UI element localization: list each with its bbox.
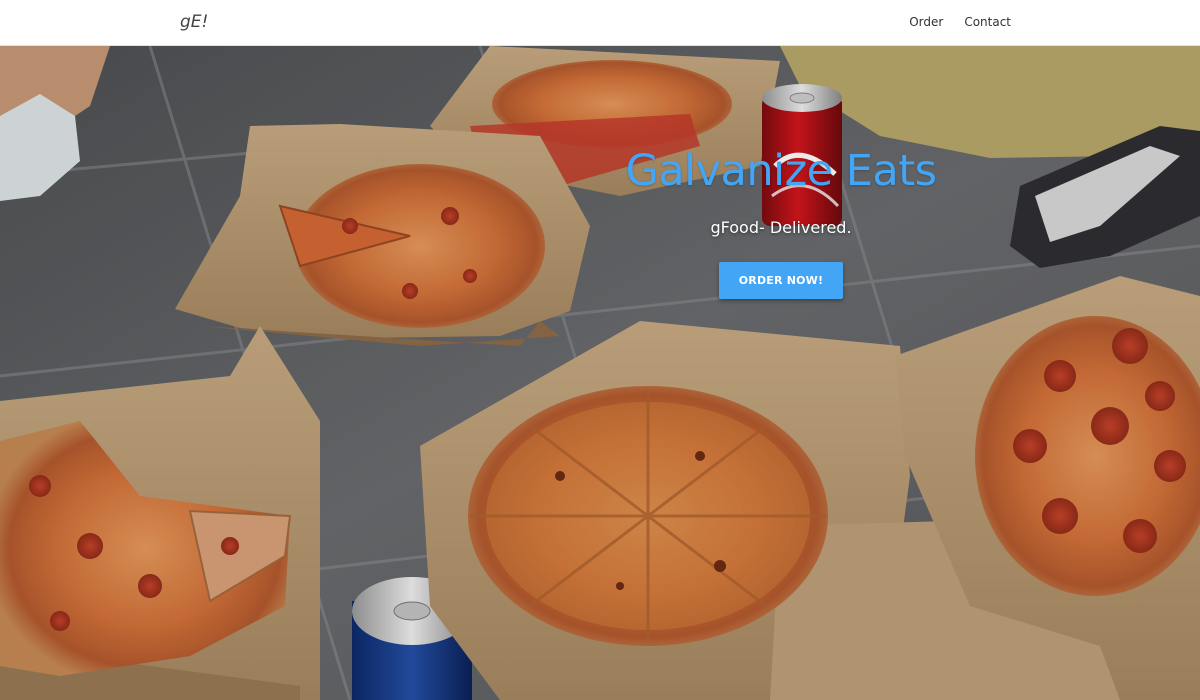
nav-link-order[interactable]: Order: [909, 15, 943, 29]
brand-logo[interactable]: gE!: [180, 12, 208, 32]
nav-links: Order Contact: [909, 15, 1011, 29]
hero-subtitle: gFood- Delivered.: [710, 218, 852, 237]
hero-content: Galvanize Eats gFood- Delivered. ORDER N…: [580, 146, 982, 299]
hero-background-image: [0, 46, 1200, 700]
hero-section: Galvanize Eats gFood- Delivered. ORDER N…: [0, 46, 1200, 700]
order-now-button[interactable]: ORDER NOW!: [718, 262, 844, 299]
navbar: gE! Order Contact: [0, 0, 1200, 46]
nav-link-contact[interactable]: Contact: [964, 15, 1011, 29]
hero-title: Galvanize Eats: [625, 146, 937, 196]
